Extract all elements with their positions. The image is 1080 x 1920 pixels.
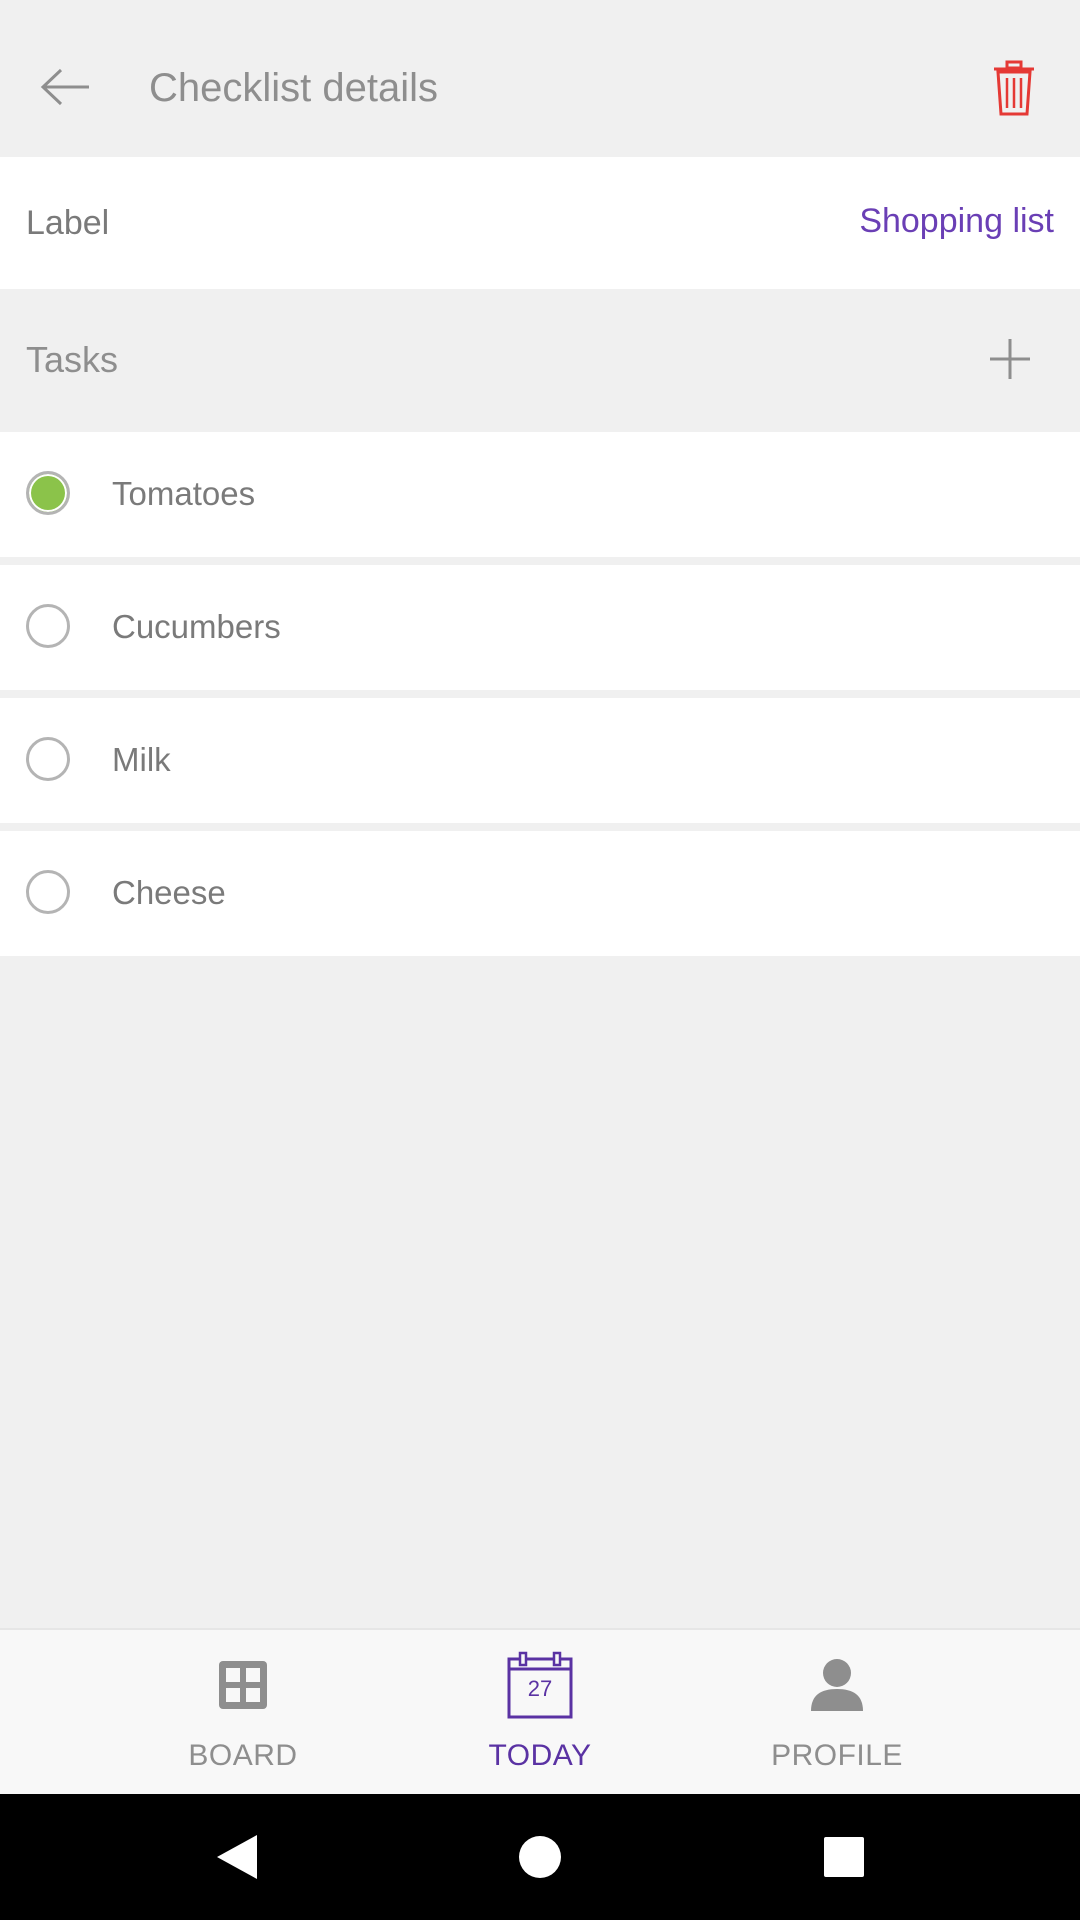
nav-item-today[interactable]: 27 TODAY <box>440 1630 640 1794</box>
nav-item-board[interactable]: BOARD <box>143 1630 343 1794</box>
label-row: Label Shopping list <box>0 157 1080 289</box>
square-recents-icon <box>824 1837 864 1877</box>
system-home-button[interactable] <box>510 1827 570 1887</box>
app-bar: Checklist details <box>0 0 1080 157</box>
system-back-button[interactable] <box>207 1827 267 1887</box>
system-recents-button[interactable] <box>814 1827 874 1887</box>
label-key: Label <box>26 204 110 242</box>
task-label: Milk <box>112 741 171 778</box>
task-row-milk[interactable]: Milk <box>0 698 1080 823</box>
label-value[interactable]: Shopping list <box>859 201 1054 241</box>
circle-home-icon <box>519 1836 561 1878</box>
nav-label-board: BOARD <box>188 1739 298 1772</box>
task-label: Cheese <box>112 874 226 911</box>
plus-icon <box>990 339 1030 379</box>
task-row-cucumbers[interactable]: Cucumbers <box>0 565 1080 690</box>
task-label: Cucumbers <box>112 608 281 645</box>
task-checkbox-checked[interactable] <box>26 471 70 515</box>
triangle-back-icon <box>217 1835 257 1879</box>
page-title: Checklist details <box>149 66 439 110</box>
trash-icon <box>994 60 1034 116</box>
add-task-button[interactable] <box>980 329 1040 389</box>
nav-label-profile: PROFILE <box>771 1739 903 1772</box>
system-navigation-bar <box>0 1794 1080 1920</box>
board-grid-icon <box>219 1661 267 1709</box>
task-checkbox[interactable] <box>26 737 70 781</box>
nav-label-today: TODAY <box>488 1739 592 1772</box>
task-row-cheese[interactable]: Cheese <box>0 831 1080 956</box>
checklist-details-screen: Checklist details Label Shopping list Ta… <box>0 0 1080 1920</box>
task-checkbox[interactable] <box>26 870 70 914</box>
tasks-header: Tasks <box>0 289 1080 431</box>
person-icon <box>811 1659 863 1711</box>
calendar-day: 27 <box>527 1676 553 1701</box>
nav-icon-wrap <box>802 1650 872 1720</box>
nav-icon-wrap: 27 <box>505 1650 575 1720</box>
arrow-left-icon <box>40 68 89 106</box>
nav-icon-wrap <box>208 1650 278 1720</box>
task-checkbox[interactable] <box>26 604 70 648</box>
delete-button[interactable] <box>980 50 1048 126</box>
task-row-tomatoes[interactable]: Tomatoes <box>0 432 1080 557</box>
task-label: Tomatoes <box>112 475 256 512</box>
tasks-title: Tasks <box>26 339 119 380</box>
back-button[interactable] <box>30 52 100 122</box>
nav-item-profile[interactable]: PROFILE <box>737 1630 937 1794</box>
bottom-navigation: BOARD 27 TODAY PROFILE <box>0 1628 1080 1794</box>
